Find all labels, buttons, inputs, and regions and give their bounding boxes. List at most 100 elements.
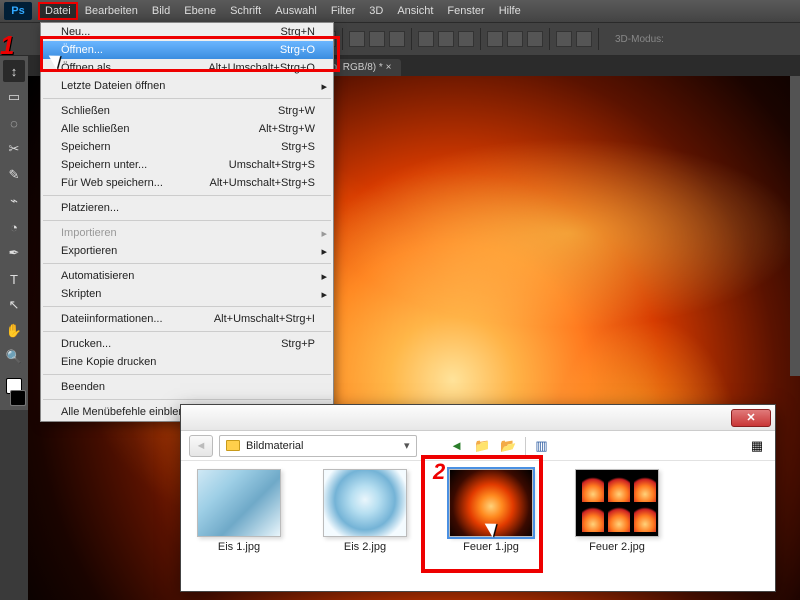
dialog-close-button[interactable]: ✕ [731,409,771,427]
menu-ansicht[interactable]: Ansicht [390,2,440,20]
separator [598,28,599,50]
pen-tool[interactable]: ✒ [3,242,25,264]
zoom-tool[interactable]: 🔍 [3,346,25,368]
dialog-titlebar[interactable]: ✕ [181,405,775,431]
menu-bearbeiten[interactable]: Bearbeiten [78,2,145,20]
location-text: Bildmaterial [246,440,303,452]
menu-ebene[interactable]: Ebene [177,2,223,20]
menu-hilfe[interactable]: Hilfe [492,2,528,20]
crop-tool[interactable]: ✂ [3,138,25,160]
menu-filter[interactable]: Filter [324,2,362,20]
separator [480,28,481,50]
menu-bild[interactable]: Bild [145,2,177,20]
file-item[interactable]: Eis 1.jpg [191,469,287,585]
toolbox: ↕ ▭ ◌ ✂ ✎ ⌁ ◔ ✒ T ↖ ✋ 🔍 [0,56,28,410]
align-icon[interactable] [389,31,405,47]
brush-tool[interactable]: ◔ [3,216,25,238]
menu-separator [43,331,331,332]
menu-datei[interactable]: Datei [38,2,78,20]
type-tool[interactable]: T [3,268,25,290]
path-tool[interactable]: ↖ [3,294,25,316]
mode-3d-label: 3D-Modus: [615,34,664,45]
panel-dock[interactable] [790,76,800,376]
marquee-tool[interactable]: ▭ [3,86,25,108]
menu-item[interactable]: Öffnen...Strg+O [41,41,333,59]
distribute-icon[interactable] [527,31,543,47]
nav-new-icon[interactable]: 📂 [499,436,519,456]
menu-item-label: Dateiinformationen... [61,313,163,325]
menu-item[interactable]: Skripten [41,285,333,303]
menu-item[interactable]: Alle schließenAlt+Strg+W [41,120,333,138]
eyedropper-tool[interactable]: ✎ [3,164,25,186]
annotation-box-2 [421,455,543,573]
menu-item-shortcut: Strg+N [280,26,315,38]
location-dropdown[interactable]: Bildmaterial [219,435,417,457]
dialog-file-list: 2 Eis 1.jpgEis 2.jpgFeuer 1.jpgFeuer 2.j… [181,461,775,593]
nav-back-button[interactable]: ◄ [189,435,213,457]
menu-item[interactable]: Automatisieren [41,267,333,285]
menu-item[interactable]: Importieren [41,224,333,242]
file-thumbnail [575,469,659,537]
menu-item[interactable]: Eine Kopie drucken [41,353,333,371]
menu-separator [43,195,331,196]
menu-separator [43,306,331,307]
background-color[interactable] [10,390,26,406]
app-logo: Ps [4,2,32,20]
arrange-icon[interactable] [556,31,572,47]
distribute-icon[interactable] [507,31,523,47]
menu-item[interactable]: Speichern unter...Umschalt+Strg+S [41,156,333,174]
menu-auswahl[interactable]: Auswahl [268,2,324,20]
nav-up-icon[interactable]: 📁 [473,436,493,456]
menu-item-label: Für Web speichern... [61,177,163,189]
menu-separator [43,374,331,375]
menu-item-label: Beenden [61,381,105,393]
menu-item-label: Eine Kopie drucken [61,356,156,368]
menu-item-label: Öffnen... [61,44,103,56]
menu-item-shortcut: Alt+Umschalt+Strg+O [208,62,315,74]
menu-item[interactable]: Beenden [41,378,333,396]
menu-item-label: Alle Menübefehle einblen… [61,406,196,418]
arrange-icon[interactable] [576,31,592,47]
menu-separator [43,220,331,221]
menu-item-shortcut: Strg+P [281,338,315,350]
menu-item[interactable]: Für Web speichern...Alt+Umschalt+Strg+S [41,174,333,192]
distribute-icon[interactable] [487,31,503,47]
menu-schrift[interactable]: Schrift [223,2,268,20]
menu-item[interactable]: SpeichernStrg+S [41,138,333,156]
menu-item[interactable]: SchließenStrg+W [41,102,333,120]
menu-item[interactable]: Dateiinformationen...Alt+Umschalt+Strg+I [41,310,333,328]
folder-icon [226,440,240,451]
separator [525,437,526,455]
nav-back-icon[interactable]: ◄ [447,436,467,456]
distribute-icon[interactable] [458,31,474,47]
file-menu-dropdown: Neu...Strg+NÖffnen...Strg+OÖffnen als...… [40,22,334,422]
menu-3d[interactable]: 3D [362,2,390,20]
menu-item-shortcut: Umschalt+Strg+S [229,159,315,171]
align-icon[interactable] [349,31,365,47]
menu-fenster[interactable]: Fenster [440,2,491,20]
file-item[interactable]: Eis 2.jpg [317,469,413,585]
lasso-tool[interactable]: ◌ [3,112,25,134]
view-menu-icon[interactable]: ▦ [747,436,767,456]
menu-item[interactable]: Drucken...Strg+P [41,335,333,353]
file-name: Eis 1.jpg [218,541,260,553]
move-tool[interactable]: ↕ [3,60,25,82]
view-icon[interactable]: ▥ [532,436,552,456]
file-item[interactable]: Feuer 2.jpg [569,469,665,585]
hand-tool[interactable]: ✋ [3,320,25,342]
menu-item-label: Schließen [61,105,110,117]
menu-item[interactable]: Öffnen als... Alt+Umschalt+Strg+O [41,59,333,77]
menu-item-label: Öffnen als... [61,62,120,74]
distribute-icon[interactable] [418,31,434,47]
menu-item[interactable]: Exportieren [41,242,333,260]
align-icon[interactable] [369,31,385,47]
menu-item[interactable]: Platzieren... [41,199,333,217]
menu-item[interactable]: Letzte Dateien öffnen [41,77,333,95]
distribute-group-1 [418,31,474,47]
menu-item-label: Skripten [61,288,101,300]
menu-item-label: Platzieren... [61,202,119,214]
menu-item[interactable]: Neu...Strg+N [41,23,333,41]
heal-tool[interactable]: ⌁ [3,190,25,212]
distribute-icon[interactable] [438,31,454,47]
menu-separator [43,263,331,264]
